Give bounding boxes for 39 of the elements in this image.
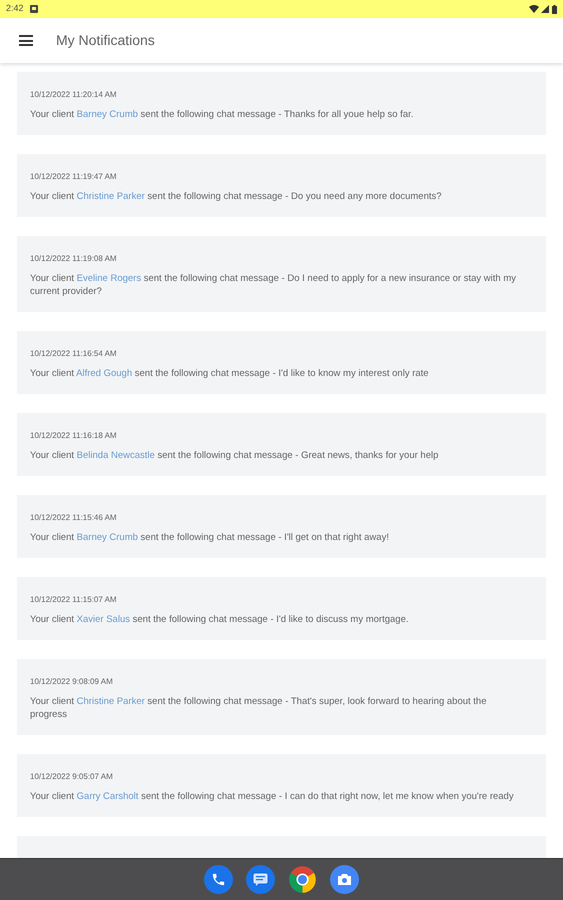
notification-card[interactable]: 10/12/2022 11:15:46 AM Your client Barney Crumb sent the following chat message - I'll get on that right away! xyxy=(17,495,546,558)
wifi-icon xyxy=(529,5,539,13)
signal-icon xyxy=(541,5,549,13)
notification-card[interactable]: 10/12/2022 11:19:47 AM Your client Christine Parker sent the following chat message - Do you need any more documents? xyxy=(17,154,546,217)
notification-timestamp: 10/12/2022 11:19:08 AM xyxy=(30,253,118,265)
notification-message: Your client Garry Carsholt sent the following chat message - I can do that right now, let me know when you're ready xyxy=(30,790,515,803)
notification-icon xyxy=(30,5,38,13)
notification-message: Your client Alfred Gough sent the following chat message - I'd like to know my interest only rate xyxy=(30,367,430,380)
notification-message: Your client Xavier Salus sent the following chat message - I'd like to discuss my mortgage. xyxy=(30,613,410,626)
notification-timestamp: 10/12/2022 9:08:09 AM xyxy=(30,676,114,688)
notification-timestamp: 10/12/2022 11:16:54 AM xyxy=(30,348,118,360)
notification-message: Your client Barney Crumb sent the following chat message - I'll get on that right away! xyxy=(30,531,390,544)
status-time: 2:42 xyxy=(6,2,24,16)
notification-timestamp: 10/12/2022 11:20:14 AM xyxy=(30,89,118,101)
notification-message: Your client Barney Crumb sent the following chat message - Thanks for all youe help so far. xyxy=(30,108,414,121)
battery-icon xyxy=(552,4,557,14)
notification-message: Your client Eveline Rogers sent the following chat message - Do I need to apply for a new insurance or stay with my current provider? xyxy=(30,272,517,298)
notification-timestamp: 10/12/2022 11:15:46 AM xyxy=(30,512,118,524)
notification-card[interactable]: 10/12/2022 9:08:09 AM Your client Christine Parker sent the following chat message - That's super, look forward to hearing about the progress xyxy=(17,659,546,735)
notification-card[interactable]: 10/12/2022 11:19:08 AM Your client Eveline Rogers sent the following chat message - Do I need to apply for a new insurance or stay with my current provider? xyxy=(17,236,546,312)
notification-timestamp: 10/12/2022 9:05:07 AM xyxy=(30,771,114,783)
notification-message: Your client Christine Parker sent the following chat message - Do you need any more documents? xyxy=(30,190,443,203)
notification-card[interactable]: 10/12/2022 9:05:07 AM Your client Garry Carsholt sent the following chat message - I can do that right now, let me know when you're ready xyxy=(17,754,546,817)
notification-timestamp: 10/12/2022 11:16:18 AM xyxy=(30,430,118,442)
client-link[interactable]: Xavier Salus xyxy=(76,614,130,625)
menu-icon[interactable] xyxy=(19,35,33,46)
app-title: My Notifications xyxy=(56,31,155,50)
notification-card[interactable]: 10/12/2022 11:16:18 AM Your client Belinda Newcastle sent the following chat message - Great news, thanks for your help xyxy=(17,413,546,476)
phone-icon[interactable] xyxy=(204,865,233,894)
camera-icon[interactable] xyxy=(330,865,359,894)
notification-message: Your client Belinda Newcastle sent the following chat message - Great news, thanks for your help xyxy=(30,449,440,462)
notification-timestamp: 10/12/2022 11:19:47 AM xyxy=(30,171,118,183)
notification-card[interactable]: 10/12/2022 11:16:54 AM Your client Alfred Gough sent the following chat message - I'd like to know my interest only rate xyxy=(17,331,546,394)
notification-card[interactable]: 10/12/2022 11:20:14 AM Your client Barney Crumb sent the following chat message - Thanks for all youe help so far. xyxy=(17,72,546,135)
notification-message: Your client Christine Parker sent the following chat message - That's super, look forward to hearing about the progress xyxy=(30,695,488,721)
browser-icon[interactable] xyxy=(288,865,317,894)
notification-card[interactable]: 10/12/2022 11:15:07 AM Your client Xavier Salus sent the following chat message - I'd like to discuss my mortgage. xyxy=(17,577,546,640)
message-icon[interactable] xyxy=(246,865,275,894)
notification-timestamp: 10/12/2022 11:15:07 AM xyxy=(30,594,118,606)
